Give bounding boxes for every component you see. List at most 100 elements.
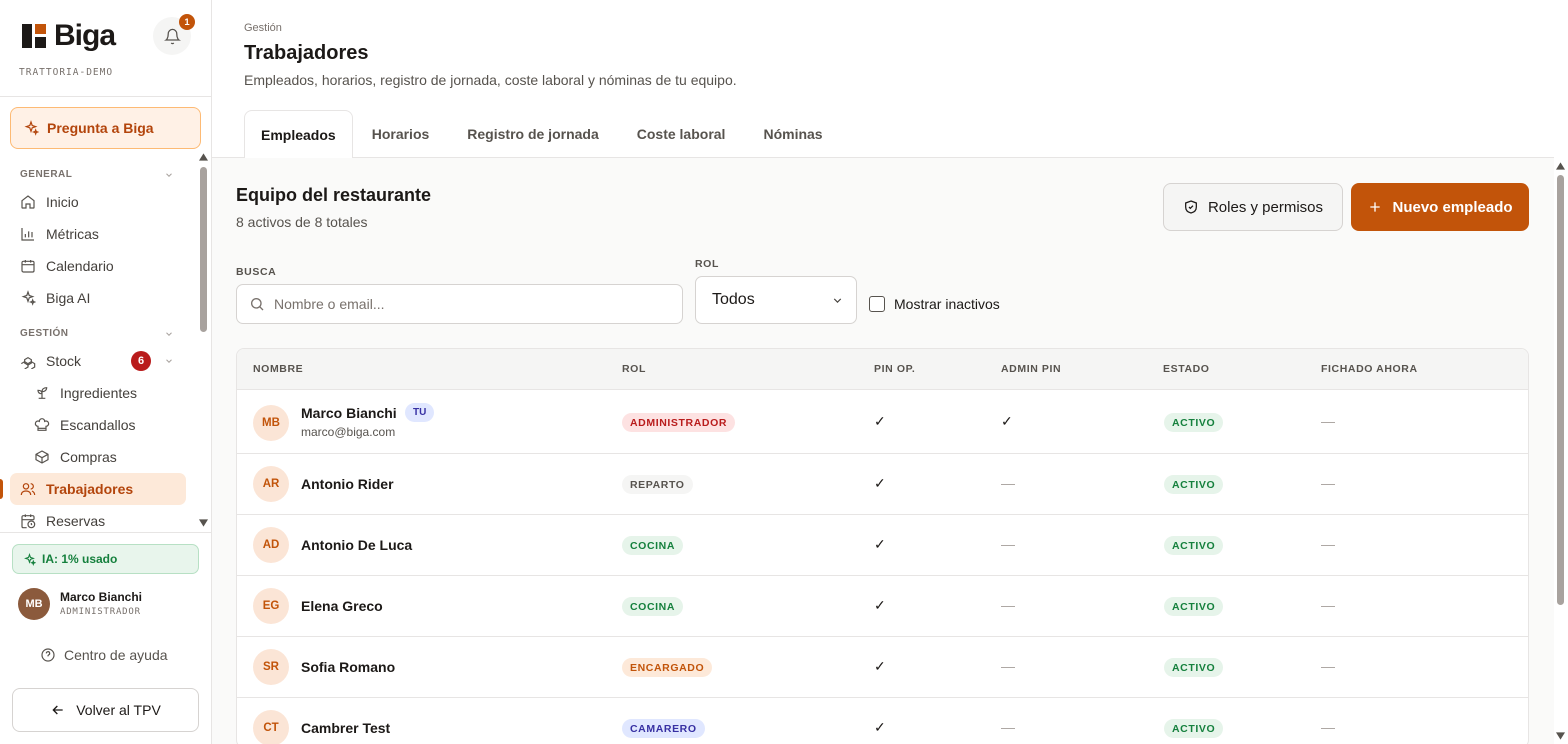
column-header[interactable]: ESTADO xyxy=(1163,363,1210,375)
employee-name: Cambrer Test xyxy=(301,720,391,736)
admin-pin-value: — xyxy=(1001,658,1015,674)
divider xyxy=(0,96,211,97)
biga-logo-icon xyxy=(22,24,46,48)
clocked-now-value: — xyxy=(1321,597,1335,613)
table-row[interactable]: MB Marco Bianchi TU marco@biga.com ADMIN… xyxy=(237,391,1528,454)
roles-permissions-button[interactable]: Roles y permisos xyxy=(1163,183,1343,231)
sidebar-item-calendario[interactable]: Calendario xyxy=(20,252,114,280)
sidebar-item-reservas[interactable]: Reservas xyxy=(20,507,105,535)
shield-check-icon xyxy=(1185,200,1197,214)
ia-usage-indicator[interactable]: IA: 1% usado xyxy=(12,544,199,574)
help-label: Centro de ayuda xyxy=(64,647,168,663)
role-badge: ENCARGADO xyxy=(622,658,713,677)
search-input[interactable] xyxy=(274,296,654,312)
avatar[interactable]: MB xyxy=(18,588,50,620)
scroll-down-arrow-icon[interactable] xyxy=(1556,732,1565,740)
table-row[interactable]: AD Antonio De Luca COCINA ✓ — ACTIVO — xyxy=(237,515,1528,576)
column-header[interactable]: ROL xyxy=(622,363,646,375)
tab-bar: Empleados Horarios Registro de jornada C… xyxy=(244,110,842,158)
section-subtitle: 8 activos de 8 totales xyxy=(236,214,368,230)
tab-horarios[interactable]: Horarios xyxy=(353,110,449,158)
scroll-up-arrow-icon[interactable] xyxy=(1556,162,1565,170)
table-row[interactable]: CT Cambrer Test CAMARERO ✓ — ACTIVO — xyxy=(237,698,1528,744)
back-to-tpv-button[interactable]: Volver al TPV xyxy=(12,688,199,732)
sidebar-item-biga-ai[interactable]: Biga AI xyxy=(20,284,90,312)
sidebar-item-metricas[interactable]: Métricas xyxy=(20,220,99,248)
admin-pin-value: — xyxy=(1001,597,1015,613)
sidebar-item-trabajadores[interactable]: Trabajadores xyxy=(20,475,133,503)
clocked-now-value: — xyxy=(1321,536,1335,552)
sidebar-item-inicio[interactable]: Inicio xyxy=(20,188,79,216)
stock-alert-badge: 6 xyxy=(131,351,151,371)
active-item-indicator xyxy=(0,479,3,499)
checkbox-box[interactable] xyxy=(869,296,885,312)
bell-icon xyxy=(163,28,181,44)
sidebar-item-label: Ingredientes xyxy=(60,385,138,401)
brand-name: Biga xyxy=(54,19,116,52)
pin-op-value: ✓ xyxy=(874,413,886,429)
ask-biga-button[interactable]: Pregunta a Biga xyxy=(10,107,201,149)
sidebar-item-label: Escandallos xyxy=(60,417,136,433)
ia-usage-label: IA: 1% usado xyxy=(42,552,118,566)
section-general: GENERAL xyxy=(20,169,73,180)
scroll-down-arrow-icon[interactable] xyxy=(199,519,208,527)
chevron-down-icon[interactable] xyxy=(164,329,174,339)
role-badge: CAMARERO xyxy=(622,719,705,738)
roles-label: Roles y permisos xyxy=(1207,198,1324,216)
role-filter-select[interactable]: Todos xyxy=(695,276,857,324)
chevron-down-icon[interactable] xyxy=(164,356,174,366)
chevron-down-icon[interactable] xyxy=(164,170,174,180)
column-header[interactable]: FICHADO AHORA xyxy=(1321,363,1418,375)
scroll-up-arrow-icon[interactable] xyxy=(199,153,208,161)
tenant-name: TRATTORIA-DEMO xyxy=(19,67,114,78)
search-field[interactable] xyxy=(236,284,683,324)
sidebar-item-ingredientes[interactable]: Ingredientes xyxy=(34,379,137,407)
employees-table: NOMBRE ROL PIN OP. ADMIN PIN ESTADO FICH… xyxy=(236,348,1529,744)
notifications-badge: 1 xyxy=(179,14,195,30)
help-circle-icon xyxy=(41,648,55,662)
sidebar-item-label: Reservas xyxy=(46,513,106,529)
tab-empleados[interactable]: Empleados xyxy=(244,110,353,158)
tab-coste-laboral[interactable]: Coste laboral xyxy=(618,110,745,158)
admin-pin-value: ✓ xyxy=(1001,413,1013,429)
main-scroll-thumb[interactable] xyxy=(1557,175,1564,605)
employee-name: Elena Greco xyxy=(301,598,383,614)
user-name: Marco Bianchi xyxy=(60,590,143,604)
role-badge: ADMINISTRADOR xyxy=(622,413,736,432)
help-center-link[interactable]: Centro de ayuda xyxy=(40,647,168,663)
breadcrumb[interactable]: Gestión xyxy=(244,22,282,34)
status-badge: ACTIVO xyxy=(1164,719,1224,738)
show-inactive-checkbox[interactable]: Mostrar inactivos xyxy=(869,296,1000,312)
pin-op-value: ✓ xyxy=(874,536,886,552)
sidebar-item-stock[interactable]: Stock xyxy=(20,347,81,375)
column-header[interactable]: ADMIN PIN xyxy=(1001,363,1061,375)
pin-op-value: ✓ xyxy=(874,658,886,674)
sidebar-item-escandallos[interactable]: Escandallos xyxy=(34,411,136,439)
new-employee-button[interactable]: Nuevo empleado xyxy=(1351,183,1529,231)
sidebar-scroll-thumb[interactable] xyxy=(200,167,207,332)
column-header[interactable]: PIN OP. xyxy=(874,363,915,375)
table-row[interactable]: AR Antonio Rider REPARTO ✓ — ACTIVO — xyxy=(237,454,1528,515)
column-header[interactable]: NOMBRE xyxy=(253,363,303,375)
avatar: MB xyxy=(253,405,289,441)
section-gestion: GESTIÓN xyxy=(20,328,69,339)
sidebar-item-label: Calendario xyxy=(46,258,114,274)
tab-nominas[interactable]: Nóminas xyxy=(744,110,841,158)
table-row[interactable]: SR Sofia Romano ENCARGADO ✓ — ACTIVO — xyxy=(237,637,1528,698)
sidebar-item-label: Stock xyxy=(46,353,82,369)
sidebar-item-compras[interactable]: Compras xyxy=(34,443,117,471)
section-title: Equipo del restaurante xyxy=(236,185,432,205)
pin-op-value: ✓ xyxy=(874,719,886,735)
employee-name: Antonio Rider xyxy=(301,476,394,492)
status-badge: ACTIVO xyxy=(1164,536,1224,555)
tab-registro-jornada[interactable]: Registro de jornada xyxy=(448,110,617,158)
sparkles-icon xyxy=(21,290,36,306)
brand-logo[interactable]: Biga xyxy=(22,19,116,52)
table-row[interactable]: EG Elena Greco COCINA ✓ — ACTIVO — xyxy=(237,576,1528,637)
package-icon xyxy=(35,450,49,464)
admin-pin-value: — xyxy=(1001,719,1015,735)
clocked-now-value: — xyxy=(1321,475,1335,491)
employee-name: Sofia Romano xyxy=(301,659,396,675)
avatar: EG xyxy=(253,588,289,624)
ask-biga-label: Pregunta a Biga xyxy=(47,120,154,136)
